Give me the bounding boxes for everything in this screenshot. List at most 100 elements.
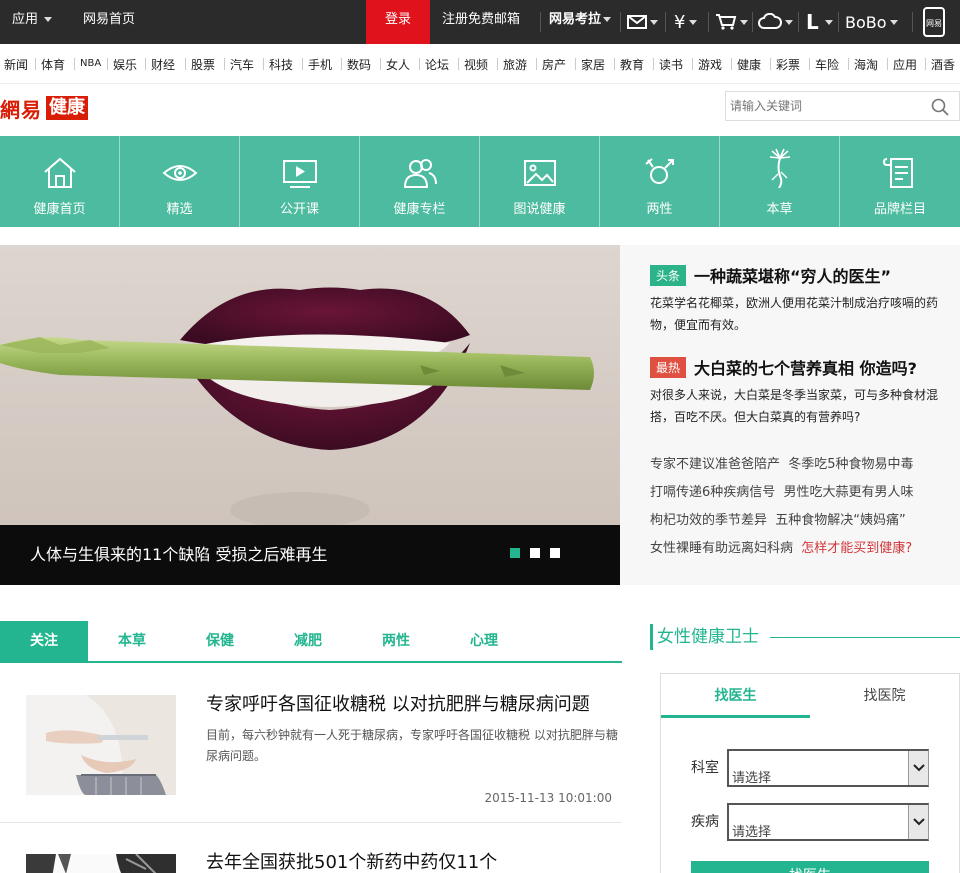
channel-link[interactable]: 彩票 [776,56,800,73]
divider [341,58,342,70]
news-link[interactable]: 冬季吃5种食物易中毒 [788,457,913,472]
bobo-label: BoBo [845,12,887,32]
netease-health-logo[interactable]: 網易 健康 [0,96,88,122]
nav-health-column[interactable]: 健康专栏 [360,136,480,227]
slider-dot[interactable] [550,548,560,558]
channel-link[interactable]: 车险 [815,56,839,73]
channel-link[interactable]: 体育 [41,56,65,73]
nav-brand-column[interactable]: 品牌栏目 [840,136,960,227]
divider [665,12,666,32]
dropdown-button[interactable] [908,751,928,785]
headline-item[interactable]: 头条 一种蔬菜堪称“穷人的医生” [650,263,891,287]
channel-link[interactable]: 教育 [620,56,644,73]
netease-home-link[interactable]: 网易首页 [83,0,135,44]
article-title[interactable]: 去年全国获批501个新药中药仅11个 [206,848,497,873]
finder-tabs: 找医生 找医院 [661,674,959,718]
bobo-menu[interactable]: BoBo [845,0,898,44]
lottery-menu[interactable]: L [806,0,833,44]
channel-link[interactable]: 旅游 [503,56,527,73]
headline-title[interactable]: 大白菜的七个营养真相 你造吗? [694,355,917,379]
headline-title[interactable]: 一种蔬菜堪称“穷人的医生” [694,263,891,287]
divider [770,58,771,70]
news-link[interactable]: 打嗝传递6种疾病信号 [650,485,775,500]
tab-herbal[interactable]: 本草 [88,621,176,661]
news-link[interactable]: 五种食物解决“姨妈痛” [775,513,905,528]
channel-link[interactable]: 海淘 [854,56,878,73]
hero-slider[interactable]: 人体与生俱来的11个缺陷 受损之后难再生 [0,245,620,585]
tab-sexual[interactable]: 两性 [352,621,440,661]
news-link[interactable]: 专家不建议准爸爸陪产 [650,457,780,472]
article-title[interactable]: 专家呼吁各国征收糖税 以对抗肥胖与糖尿病问题 [206,690,590,716]
headline-item[interactable]: 最热 大白菜的七个营养真相 你造吗? [650,355,917,379]
cart-menu[interactable] [715,0,748,44]
link-row: 专家不建议准爸爸陪产 冬季吃5种食物易中毒 [650,453,914,472]
mobile-app-link[interactable]: 网易 [922,0,946,44]
channel-link[interactable]: 手机 [308,56,332,73]
nav-picture-health[interactable]: 图说健康 [480,136,600,227]
channel-link[interactable]: 数码 [347,56,371,73]
cloud-menu[interactable] [758,0,793,44]
channel-link[interactable]: 汽车 [230,56,254,73]
nav-label: 本草 [766,202,793,217]
gender-icon [645,158,674,184]
mail-icon [627,15,647,29]
yen-icon: ¥ [674,11,686,33]
channel-link[interactable]: 酒香 [931,56,955,73]
nav-featured[interactable]: 精选 [120,136,240,227]
article-item: 专家呼吁各国征收糖税 以对抗肥胖与糖尿病问题 目前，每六秒钟就有一人死于糖尿病，… [0,694,622,820]
slider-dot[interactable] [530,548,540,558]
channel-link[interactable]: 健康 [737,56,761,73]
disease-select[interactable]: 请选择 [727,803,929,841]
channel-link[interactable]: 读书 [659,56,683,73]
mobile-phone-icon: 网易 [923,7,945,37]
news-link[interactable]: 女性裸睡有助远离妇科病 [650,541,793,556]
department-select[interactable]: 请选择 [727,749,929,787]
divider [185,58,186,70]
channel-link[interactable]: 视频 [464,56,488,73]
tab-care[interactable]: 保健 [176,621,264,661]
search-input[interactable] [726,92,926,120]
chevron-down-icon [889,19,898,25]
article-date: 2015-11-13 10:01:00 [484,791,612,805]
payment-menu[interactable]: ¥ [674,0,698,44]
news-link[interactable]: 男性吃大蒜更有男人味 [784,485,914,500]
nav-herbal[interactable]: 本草 [720,136,840,227]
channel-link[interactable]: 家居 [581,56,605,73]
channel-link[interactable]: 科技 [269,56,293,73]
login-button[interactable]: 登录 [366,0,430,48]
tab-psychology[interactable]: 心理 [440,621,528,661]
kaola-menu[interactable]: 网易考拉 [549,0,612,44]
tab-find-hospital[interactable]: 找医院 [810,674,959,718]
channel-link[interactable]: 论坛 [425,56,449,73]
tab-diet[interactable]: 减肥 [264,621,352,661]
channel-link[interactable]: 游戏 [698,56,722,73]
doctor-finder: 找医生 找医院 科室 请选择 疾病 请选择 找医生 [660,673,960,873]
channel-link[interactable]: 新闻 [4,56,28,73]
channel-link[interactable]: NBA [80,58,101,69]
channel-link[interactable]: 房产 [542,56,566,73]
divider [497,58,498,70]
dropdown-button[interactable] [908,805,928,839]
tab-find-doctor[interactable]: 找医生 [661,674,810,718]
channel-link[interactable]: 女人 [386,56,410,73]
channel-link[interactable]: 应用 [893,56,917,73]
nav-open-course[interactable]: 公开课 [240,136,360,227]
news-link[interactable]: 怎样才能买到健康? [801,541,912,556]
article-thumbnail[interactable] [26,854,176,873]
slider-dot[interactable] [510,548,520,558]
article-thumbnail[interactable] [26,695,176,795]
channel-link[interactable]: 娱乐 [113,56,137,73]
mail-menu[interactable] [627,0,658,44]
news-link[interactable]: 枸杞功效的季节差异 [650,513,767,528]
headline-panel: 头条 一种蔬菜堪称“穷人的医生” 花菜学名花椰菜，欧洲人便用花菜汁制成治疗咳嗝的… [620,245,960,585]
channel-link[interactable]: 财经 [151,56,175,73]
channel-link[interactable]: 股票 [191,56,215,73]
tab-follow[interactable]: 关注 [0,621,88,661]
find-doctor-button[interactable]: 找医生 [691,861,929,873]
apps-menu[interactable]: 应用 [12,0,53,44]
nav-health-home[interactable]: 健康首页 [0,136,120,227]
register-mail-link[interactable]: 注册免费邮箱 [442,0,520,44]
nav-sexual-health[interactable]: 两性 [600,136,720,227]
search-button[interactable] [931,98,949,120]
divider [536,58,537,70]
